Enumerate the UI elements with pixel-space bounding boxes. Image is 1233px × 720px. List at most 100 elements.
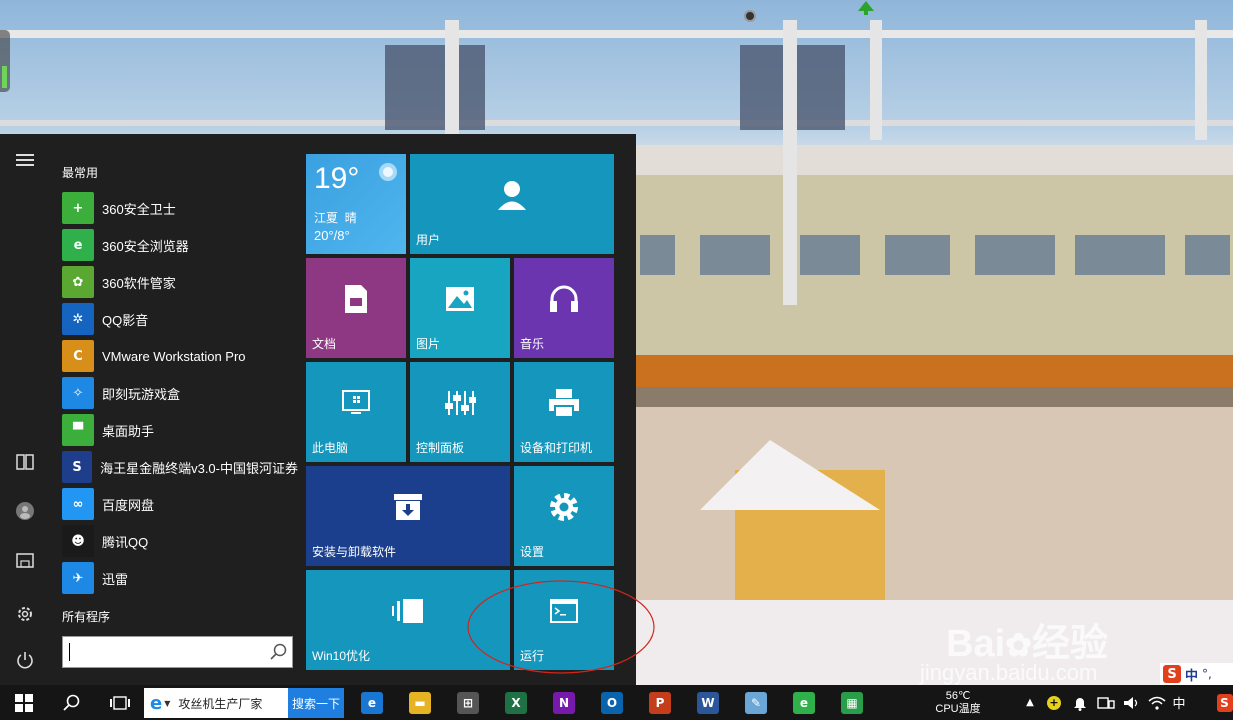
desktop-assistant-taskbar-button[interactable]: ▦ bbox=[830, 685, 874, 720]
app-list-item[interactable]: ☻ 腾讯QQ bbox=[62, 524, 298, 558]
printer-icon bbox=[549, 389, 579, 418]
gear-icon bbox=[550, 493, 578, 521]
win10-optimize-tile[interactable]: Win10优化 bbox=[306, 570, 510, 670]
this-pc-tile[interactable]: 此电脑 bbox=[306, 362, 406, 462]
notification-bell-icon[interactable] bbox=[1068, 685, 1092, 720]
neptune-finance-icon: S bbox=[62, 451, 93, 483]
wifi-icon[interactable] bbox=[1146, 685, 1168, 720]
pictures-tile-label: 图片 bbox=[416, 337, 441, 351]
app-list-item[interactable]: ✿ 360软件管家 bbox=[62, 265, 298, 299]
language-indicator[interactable]: 中 bbox=[1168, 685, 1190, 720]
all-programs-link[interactable]: 所有程序 bbox=[62, 608, 110, 625]
documents-tile[interactable]: 文档 bbox=[306, 258, 406, 358]
paint-button[interactable]: ✎ bbox=[734, 685, 778, 720]
watermark-url: jingyan.baidu.com bbox=[920, 660, 1098, 685]
side-gadget[interactable] bbox=[0, 30, 10, 92]
settings-gear-icon[interactable] bbox=[0, 594, 50, 634]
app-list-item[interactable]: ✈ 迅雷 bbox=[62, 561, 298, 595]
ie-dropdown-icon: ▼ bbox=[164, 698, 171, 708]
app-list-item[interactable]: ✲ QQ影音 bbox=[62, 302, 298, 336]
install-uninstall-tile[interactable]: 安装与卸载软件 bbox=[306, 466, 510, 566]
run-tile[interactable]: 运行 bbox=[514, 570, 614, 670]
store-button[interactable]: ⊞ bbox=[446, 685, 490, 720]
power-icon[interactable] bbox=[0, 640, 50, 680]
music-tile-label: 音乐 bbox=[520, 337, 545, 351]
excel-button[interactable]: X bbox=[494, 685, 538, 720]
tray-plus-icon[interactable]: + bbox=[1042, 685, 1066, 720]
app-list-item[interactable]: e 360安全浏览器 bbox=[62, 228, 298, 262]
task-view-button[interactable] bbox=[100, 685, 140, 720]
pictures-tile[interactable]: 图片 bbox=[410, 258, 510, 358]
user-avatar-icon[interactable] bbox=[0, 491, 50, 531]
music-tile[interactable]: 音乐 bbox=[514, 258, 614, 358]
search-go-button[interactable]: 搜索一下 bbox=[288, 688, 344, 718]
search-icon bbox=[63, 694, 80, 711]
powerpoint-button[interactable]: P bbox=[638, 685, 682, 720]
360-browser-taskbar-icon: e bbox=[793, 691, 815, 714]
tree-icon[interactable] bbox=[857, 0, 875, 15]
install-box-icon bbox=[394, 494, 422, 520]
app-label: 迅雷 bbox=[102, 571, 129, 587]
user-icon bbox=[498, 181, 526, 210]
file-explorer-icon[interactable] bbox=[0, 540, 50, 580]
settings-tile-label: 设置 bbox=[520, 545, 545, 559]
360-browser-taskbar-button[interactable]: e bbox=[782, 685, 826, 720]
taskbar: e ▼ 攻丝机生产厂家 搜索一下 e ▬ ⊞ X N O P W ✎ e ▦ 56℃ CPU温度 ▲… bbox=[0, 685, 1233, 720]
app-label: 360安全浏览器 bbox=[102, 238, 189, 254]
word-icon: W bbox=[697, 691, 719, 714]
tablet-mode-icon[interactable] bbox=[0, 442, 50, 482]
outlook-button[interactable]: O bbox=[590, 685, 634, 720]
paw-icon: ✿ bbox=[1005, 627, 1032, 663]
game-box-icon: ✧ bbox=[62, 377, 94, 409]
ie-search-text: 攻丝机生产厂家 bbox=[178, 696, 263, 711]
ie-icon: e bbox=[150, 692, 163, 714]
powerpoint-icon: P bbox=[649, 691, 671, 714]
app-list-item[interactable]: +360安全卫士 bbox=[62, 191, 298, 225]
tencent-qq-icon: ☻ bbox=[62, 525, 94, 557]
punctuation-icon: °, bbox=[1202, 667, 1212, 681]
app-list-item[interactable]: ∞ 百度网盘 bbox=[62, 487, 298, 521]
windows-logo-icon bbox=[15, 693, 33, 712]
edge-button[interactable]: e bbox=[350, 685, 394, 720]
ime-floating-bar[interactable]: S 中 °, bbox=[1160, 663, 1233, 685]
run-tile-label: 运行 bbox=[520, 649, 545, 663]
search-icon bbox=[270, 643, 287, 660]
app-list-item[interactable]: ✧ 即刻玩游戏盒 bbox=[62, 376, 298, 410]
start-search-input[interactable] bbox=[62, 636, 293, 668]
app-list-item[interactable]: S 海王星金融终端v3.0-中国银河证券 bbox=[62, 450, 298, 484]
ie-search-box[interactable]: e ▼ 攻丝机生产厂家 bbox=[144, 688, 288, 718]
control-panel-tile-label: 控制面板 bbox=[416, 441, 465, 455]
app-label: 海王星金融终端v3.0-中国银河证券 bbox=[100, 460, 298, 476]
app-label: QQ影音 bbox=[102, 312, 149, 328]
network-icon[interactable] bbox=[1094, 685, 1118, 720]
hamburger-menu-icon[interactable] bbox=[0, 140, 50, 180]
weather-tile[interactable]: 19° 江夏 晴 20°/8° bbox=[306, 154, 406, 254]
word-button[interactable]: W bbox=[686, 685, 730, 720]
onenote-button[interactable]: N bbox=[542, 685, 586, 720]
tray-expand-icon[interactable]: ▲ bbox=[1022, 685, 1038, 720]
cpu-temperature[interactable]: 56℃ CPU温度 bbox=[930, 685, 986, 720]
file-explorer-icon: ▬ bbox=[409, 691, 431, 714]
outlook-icon: O bbox=[601, 691, 623, 714]
sogou-tray-icon[interactable]: S bbox=[1216, 685, 1233, 720]
control-panel-tile[interactable]: 控制面板 bbox=[410, 362, 510, 462]
start-button[interactable] bbox=[0, 685, 48, 720]
this-pc-tile-label: 此电脑 bbox=[312, 441, 349, 455]
app-label: 360软件管家 bbox=[102, 275, 176, 291]
task-view-icon bbox=[110, 695, 130, 710]
devices-printers-tile[interactable]: 设备和打印机 bbox=[514, 362, 614, 462]
app-list-item[interactable]: ▀ 桌面助手 bbox=[62, 413, 298, 447]
app-list-item[interactable]: C VMware Workstation Pro bbox=[62, 339, 298, 373]
speaker-icon[interactable] bbox=[1120, 685, 1144, 720]
file-explorer-button[interactable]: ▬ bbox=[398, 685, 442, 720]
weather-temp: 19° bbox=[314, 162, 360, 195]
picture-icon bbox=[446, 287, 474, 311]
app-label: 360安全卫士 bbox=[102, 201, 176, 217]
cpu-temp-label: CPU温度 bbox=[935, 702, 981, 715]
user-tile[interactable]: 用户 bbox=[410, 154, 614, 254]
search-button[interactable] bbox=[52, 685, 92, 720]
360-browser-icon: e bbox=[62, 229, 94, 261]
settings-tile[interactable]: 设置 bbox=[514, 466, 614, 566]
documents-tile-label: 文档 bbox=[312, 337, 337, 351]
paint-icon: ✎ bbox=[745, 691, 767, 714]
